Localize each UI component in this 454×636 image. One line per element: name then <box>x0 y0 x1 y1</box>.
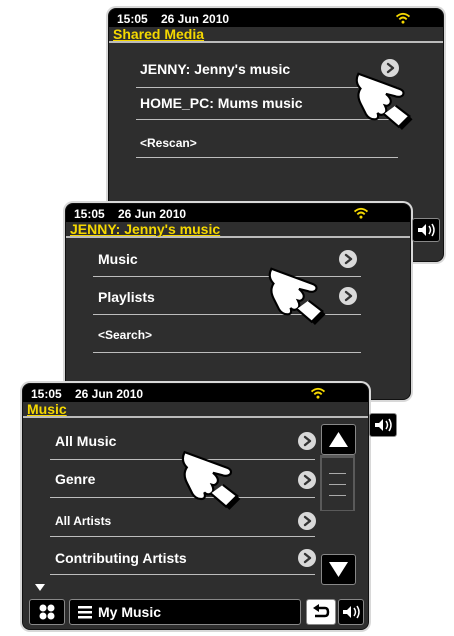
page-title: Music <box>23 402 368 418</box>
list-item-music[interactable]: Music <box>98 251 138 267</box>
scrollbar-thumb[interactable] <box>322 458 353 510</box>
up-arrow-icon <box>329 432 348 447</box>
volume-icon <box>374 418 392 432</box>
volume-icon <box>342 605 360 619</box>
wifi-icon <box>310 387 326 399</box>
clock-time: 15:05 <box>74 207 105 221</box>
more-below-icon <box>35 584 45 591</box>
list-item-playlists[interactable]: Playlists <box>98 289 155 305</box>
volume-button[interactable] <box>412 218 440 242</box>
list-item-label: Playlists <box>98 289 155 305</box>
list-item-rescan[interactable]: <Rescan> <box>140 136 197 150</box>
divider <box>136 157 398 158</box>
volume-icon <box>417 223 435 237</box>
page-title: JENNY: Jenny's music <box>66 222 410 238</box>
list-icon <box>78 606 92 619</box>
main-menu-button[interactable] <box>29 599 65 625</box>
clock-date: 26 Jun 2010 <box>118 207 187 221</box>
divider <box>93 352 361 353</box>
list-item-home-pc[interactable]: HOME_PC: Mums music <box>140 95 303 111</box>
list-item-search[interactable]: <Search> <box>98 328 152 342</box>
list-item-label: All Music <box>55 433 117 449</box>
list-item-label: <Rescan> <box>140 136 197 150</box>
list-item-label: Genre <box>55 471 96 487</box>
divider <box>50 536 315 537</box>
list-item-all-artists[interactable]: All Artists <box>55 514 111 528</box>
pointing-hand-icon <box>181 451 242 511</box>
list-item-label: All Artists <box>55 514 112 528</box>
back-icon <box>313 604 330 618</box>
list-item-label: JENNY: Jenny's music <box>140 61 291 77</box>
clock-time: 15:05 <box>117 12 148 26</box>
grid-menu-icon <box>39 604 55 620</box>
clock-time: 15:05 <box>31 387 62 401</box>
status-bar: 15:05 26 Jun 2010 <box>109 9 443 27</box>
list-item-contributing-artists[interactable]: Contributing Artists <box>55 550 187 566</box>
list-item-genre[interactable]: Genre <box>55 471 95 487</box>
divider <box>50 574 315 575</box>
chevron-right-icon[interactable] <box>298 471 316 489</box>
chevron-right-icon[interactable] <box>339 287 357 305</box>
chevron-right-icon[interactable] <box>298 549 316 567</box>
status-bar: 15:05 26 Jun 2010 <box>23 384 368 402</box>
scroll-down-button[interactable] <box>321 554 356 585</box>
pointing-hand-icon <box>268 267 327 326</box>
music-screen: 15:05 26 Jun 2010 Music All Music Genre … <box>22 383 369 630</box>
chevron-right-icon[interactable] <box>298 512 316 530</box>
my-music-button[interactable]: My Music <box>69 599 301 625</box>
list-item-all-music[interactable]: All Music <box>55 433 116 449</box>
page-title: Shared Media <box>109 27 443 43</box>
list-item-label: <Search> <box>98 328 153 342</box>
chevron-right-icon[interactable] <box>298 432 316 450</box>
jenny-music-screen: 15:05 26 Jun 2010 JENNY: Jenny's music M… <box>65 203 411 400</box>
clock-date: 26 Jun 2010 <box>161 12 230 26</box>
volume-button[interactable] <box>369 413 397 437</box>
clock-date: 26 Jun 2010 <box>75 387 144 401</box>
list-item-jenny[interactable]: JENNY: Jenny's music <box>140 61 290 77</box>
list-item-label: Contributing Artists <box>55 550 187 566</box>
down-arrow-icon <box>329 562 348 577</box>
pointing-hand-icon <box>355 72 414 131</box>
chevron-right-icon[interactable] <box>339 250 357 268</box>
list-item-label: HOME_PC: Mums music <box>140 95 303 111</box>
status-bar: 15:05 26 Jun 2010 <box>66 204 410 222</box>
wifi-icon <box>395 12 411 24</box>
list-item-label: Music <box>98 251 138 267</box>
back-button[interactable] <box>306 599 336 625</box>
volume-button[interactable] <box>338 599 364 625</box>
scroll-up-button[interactable] <box>321 424 356 455</box>
wifi-icon <box>353 207 369 219</box>
my-music-label: My Music <box>98 604 162 620</box>
